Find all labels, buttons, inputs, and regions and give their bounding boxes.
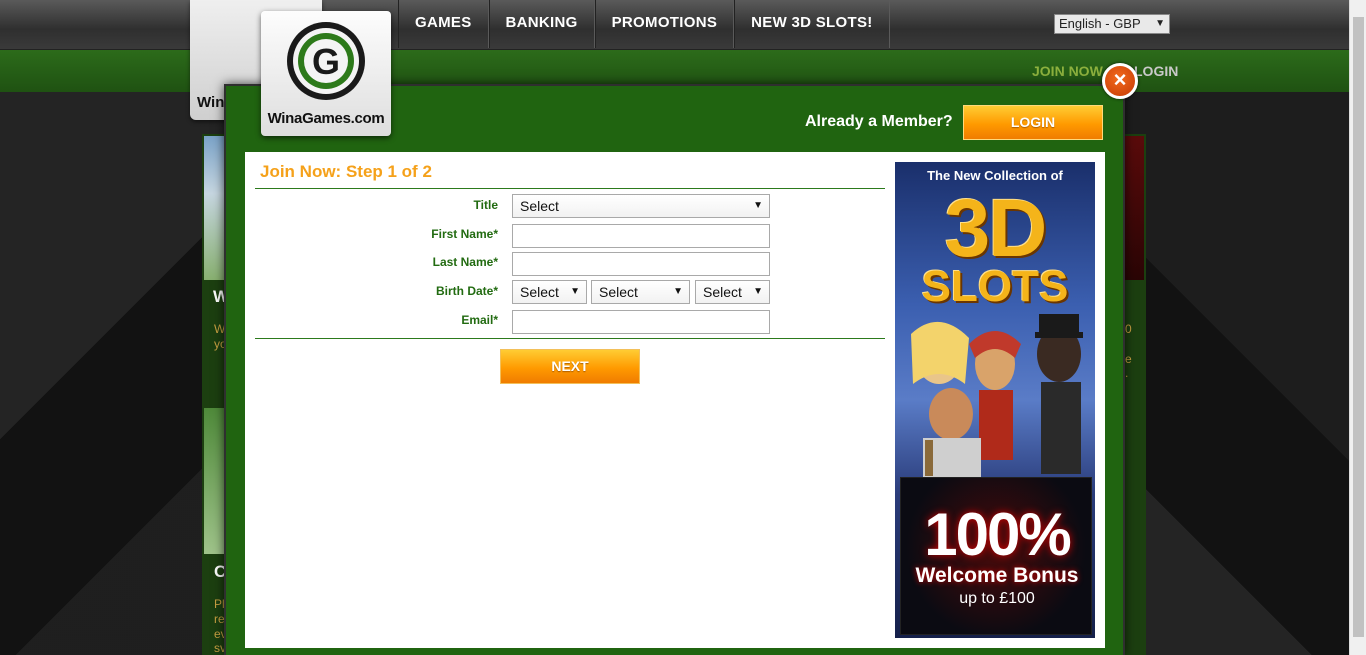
title-label: Title: [473, 198, 498, 212]
welcome-bonus-box: 100% Welcome Bonus up to £100: [900, 477, 1092, 635]
language-value: English - GBP: [1059, 16, 1141, 31]
last-name-input[interactable]: [512, 252, 770, 276]
bg-text-fragment: .: [1125, 366, 1129, 380]
chevron-down-icon: ▼: [1155, 18, 1165, 29]
language-select[interactable]: English - GBP ▼: [1054, 14, 1170, 34]
banner-headline: The New Collection of: [927, 168, 1063, 183]
page-scrollbar[interactable]: [1349, 0, 1366, 655]
nav-promotions[interactable]: PROMOTIONS: [594, 0, 735, 48]
last-name-label: Last Name*: [432, 255, 498, 269]
close-icon: ×: [1113, 67, 1127, 92]
chevron-down-icon: ▼: [673, 286, 683, 297]
title-select[interactable]: Select ▼: [512, 194, 770, 218]
chevron-down-icon: ▼: [753, 286, 763, 297]
next-button[interactable]: NEXT: [500, 349, 640, 384]
bg-text-fragment: e: [1125, 352, 1132, 366]
promo-banner[interactable]: The New Collection of 3D SLOTS 100% Welc…: [895, 162, 1095, 638]
close-modal-button[interactable]: ×: [1102, 63, 1138, 99]
bg-login-link[interactable]: LOGIN: [1134, 63, 1178, 79]
logo-text: WinaGames.com: [267, 110, 385, 127]
winagames-logo: G WinaGames.com: [261, 11, 391, 136]
bonus-title: Welcome Bonus: [915, 564, 1079, 587]
divider: [255, 338, 885, 339]
bonus-amount: up to £100: [959, 590, 1035, 607]
divider: [255, 188, 885, 189]
nav-banking[interactable]: BANKING: [488, 0, 595, 48]
site-logo-text: Win: [197, 94, 225, 111]
bg-join-now-link[interactable]: JOIN NOW: [1032, 63, 1103, 79]
bg-text-fragment: 0: [1125, 322, 1132, 336]
birth-year-select[interactable]: Select ▼: [695, 280, 770, 304]
birth-date-label: Birth Date*: [435, 284, 498, 298]
bonus-percent: 100%: [924, 501, 1071, 568]
email-input[interactable]: [512, 310, 770, 334]
banner-slots-text: SLOTS: [921, 262, 1069, 311]
banner-characters-illustration: [911, 314, 1083, 479]
already-member-label: Already a Member?: [805, 113, 953, 130]
nav-new-3d-slots[interactable]: NEW 3D SLOTS!: [734, 0, 890, 48]
svg-text:G: G: [312, 41, 340, 82]
step-title: Join Now: Step 1 of 2: [260, 162, 432, 181]
scrollbar-thumb[interactable]: [1353, 17, 1364, 637]
birth-day-select[interactable]: Select ▼: [512, 280, 587, 304]
first-name-label: First Name*: [431, 227, 498, 241]
title-select-value: Select: [520, 198, 559, 214]
main-nav: GAMES BANKING PROMOTIONS NEW 3D SLOTS!: [398, 0, 890, 48]
birth-month-value: Select: [599, 284, 638, 300]
birth-year-value: Select: [703, 284, 742, 300]
g-logo-icon: G: [287, 22, 365, 100]
email-label: Email*: [461, 313, 498, 327]
first-name-input[interactable]: [512, 224, 770, 248]
birth-month-select[interactable]: Select ▼: [591, 280, 690, 304]
nav-games[interactable]: GAMES: [398, 0, 489, 48]
chevron-down-icon: ▼: [570, 286, 580, 297]
birth-day-value: Select: [520, 284, 559, 300]
login-button[interactable]: LOGIN: [963, 105, 1103, 140]
chevron-down-icon: ▼: [753, 200, 763, 211]
